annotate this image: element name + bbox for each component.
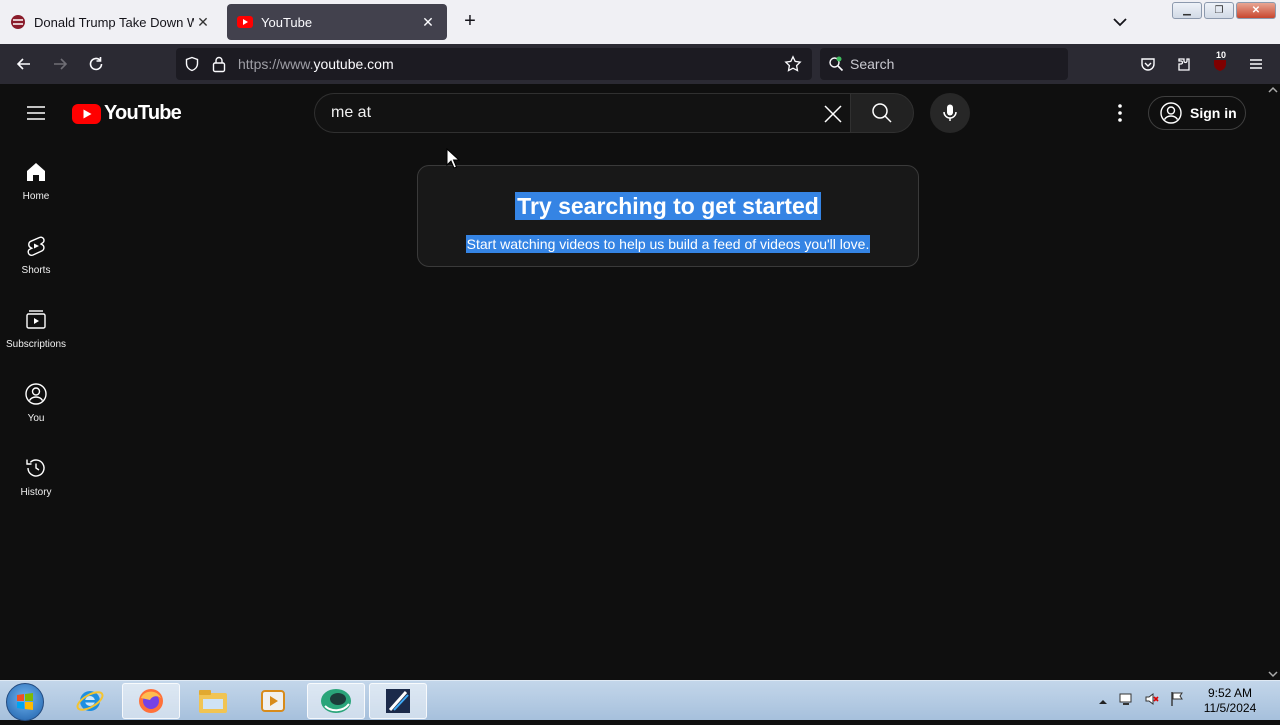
tracking-protection-icon[interactable] [184,56,200,77]
you-icon [25,383,47,405]
close-tab-icon[interactable]: ✕ [194,14,212,31]
youtube-logo[interactable]: YouTube [72,102,182,125]
video-editor-icon [386,689,410,713]
guide-menu-icon[interactable] [24,101,48,125]
favicon-icon [10,14,26,30]
youtube-favicon-icon [237,14,253,30]
taskbar-file-explorer[interactable] [184,683,242,719]
taskbar-app[interactable] [307,683,365,719]
extension-badge: 10 [1214,50,1229,60]
firefox-icon [139,689,163,713]
search-icon [872,103,892,123]
clock-time: 9:52 AM [1207,686,1253,700]
network-icon[interactable] [1118,691,1134,712]
window-controls: ▁ ❐ ✕ [1172,2,1276,19]
settings-more-icon[interactable] [1108,101,1132,125]
sidebar-item-you[interactable]: You [0,364,72,438]
search-engine-icon [828,56,844,77]
pocket-icon[interactable] [1136,52,1160,76]
history-icon [26,459,45,477]
page-scrollbar[interactable] [1266,84,1280,680]
internet-explorer-icon [76,691,104,711]
sidebar-item-subscriptions[interactable]: Subscriptions [0,290,72,364]
search-placeholder: Search [850,56,895,72]
sidebar-item-label: Home [22,191,50,202]
microphone-icon [943,104,957,121]
taskbar-firefox[interactable] [122,683,180,719]
youtube-masthead: YouTube Sign in [0,84,1266,142]
volume-muted-icon[interactable] [1144,691,1160,712]
back-button[interactable] [12,52,36,76]
new-tab-button[interactable]: + [458,9,482,33]
sidebar-item-home[interactable]: Home [0,142,72,216]
tab-title: Donald Trump Take Down WWE [34,14,194,30]
show-hidden-icons-icon[interactable] [1098,693,1108,711]
restore-button[interactable]: ❐ [1204,2,1234,19]
sidebar-item-label: History [20,487,52,498]
clear-search-icon[interactable] [820,101,846,127]
app-icon [321,689,351,713]
close-window-button[interactable]: ✕ [1236,2,1276,19]
mouse-cursor-icon [446,147,461,175]
file-explorer-icon [199,690,227,713]
subscriptions-icon [26,310,46,329]
sidebar-item-label: You [27,413,45,424]
reload-button[interactable] [84,52,108,76]
url-text[interactable]: https://www.youtube.com [238,56,394,72]
list-all-tabs-button[interactable] [1108,10,1132,34]
app-menu-icon[interactable] [1244,52,1268,76]
windows-taskbar: 9:52 AM 11/5/2024 [0,680,1280,721]
sign-in-label: Sign in [1190,105,1237,121]
system-tray [1098,691,1184,712]
empty-state-subtitle: Start watching videos to help us build a… [465,235,871,253]
bookmark-star-icon[interactable] [784,55,802,78]
minimize-button[interactable]: ▁ [1172,2,1202,19]
clock-date: 11/5/2024 [1203,701,1257,715]
taskbar-internet-explorer[interactable] [61,683,119,719]
action-center-flag-icon[interactable] [1170,691,1184,712]
tab-title: YouTube [261,14,313,30]
sidebar-item-history[interactable]: History [0,438,72,512]
account-icon [1160,102,1182,124]
logo-text: YouTube [104,102,182,124]
media-player-icon [261,690,285,712]
shorts-icon [27,236,45,256]
browser-tab-strip: Donald Trump Take Down WWE ✕ YouTube ✕ +… [0,0,1280,44]
taskbar-media-player[interactable] [244,683,302,719]
tab-youtube[interactable]: YouTube ✕ [227,4,447,40]
sidebar-item-shorts[interactable]: Shorts [0,216,72,290]
home-icon [27,163,45,181]
search-box [314,93,850,133]
browser-toolbar: https://www.youtube.com Search [0,44,1280,84]
voice-search-button[interactable] [930,93,970,133]
search-button[interactable] [850,93,914,133]
lock-icon[interactable] [212,55,226,78]
forward-button[interactable] [48,52,72,76]
search-input[interactable] [331,104,801,122]
empty-state-title: Try searching to get started [515,192,821,220]
tab-donald-trump[interactable]: Donald Trump Take Down WWE ✕ [0,4,222,40]
address-bar[interactable]: https://www.youtube.com [176,48,812,80]
scroll-down-icon[interactable] [1268,670,1278,678]
scroll-up-icon[interactable] [1268,86,1278,94]
youtube-logo-icon [72,103,101,124]
empty-feed-card: Try searching to get started Start watch… [417,165,919,267]
windows-logo-icon [17,693,33,710]
start-button[interactable] [6,683,44,721]
sidebar-item-label: Shorts [21,265,51,276]
extensions-icon[interactable] [1172,52,1196,76]
taskbar-clock[interactable]: 9:52 AM 11/5/2024 [1198,686,1262,716]
taskbar-video-editor[interactable] [369,683,427,719]
sidebar-item-label: Subscriptions [5,339,67,350]
sign-in-button[interactable]: Sign in [1148,96,1246,130]
browser-search-bar[interactable]: Search [820,48,1068,80]
close-tab-icon[interactable]: ✕ [419,14,437,31]
